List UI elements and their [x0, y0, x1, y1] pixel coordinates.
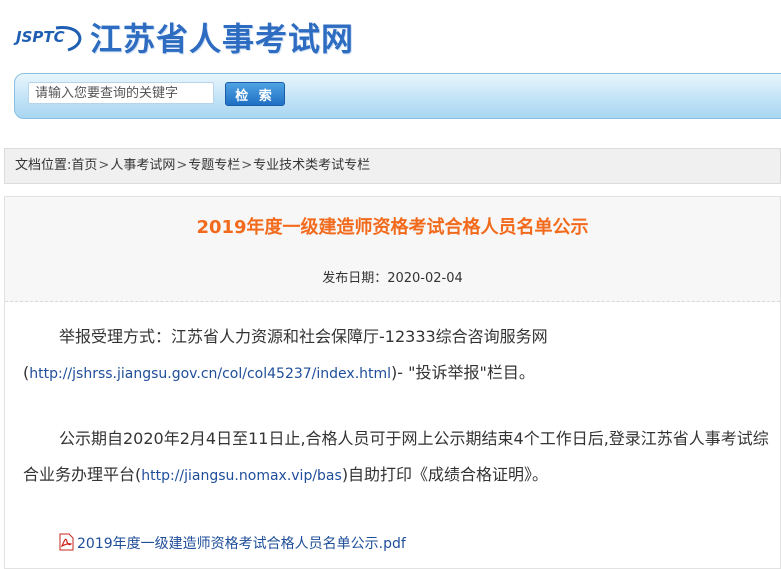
article-title: 2019年度一级建造师资格考试合格人员名单公示	[196, 217, 589, 238]
report-link[interactable]: http://jshrss.jiangsu.gov.cn/col/col4523…	[29, 366, 391, 382]
breadcrumb-special-column[interactable]: 专题专栏	[188, 158, 240, 173]
report-text-end: )- "投诉举报"栏目。	[391, 363, 535, 382]
search-input[interactable]	[28, 82, 214, 104]
notice-text-end: )自助打印《成绩合格证明》。	[341, 465, 549, 484]
search-button[interactable]: 检 索	[225, 82, 285, 106]
breadcrumb-professional-exam[interactable]: 专业技术类考试专栏	[253, 158, 370, 173]
site-header: JSPTC 江苏省人事考试网	[0, 0, 781, 72]
publish-date-value: 2020-02-04	[387, 271, 463, 286]
breadcrumb: 文档位置:首页>人事考试网>专题专栏>专业技术类考试专栏	[4, 148, 781, 184]
search-bar: 检 索	[14, 73, 781, 119]
breadcrumb-separator: >	[176, 158, 188, 173]
breadcrumb-home[interactable]: 首页	[71, 158, 97, 173]
pdf-icon	[57, 533, 75, 555]
logo-abbreviation: JSPTC	[16, 28, 65, 46]
publish-date: 发布日期：2020-02-04	[5, 267, 780, 286]
report-paragraph: 举报受理方式：江苏省人力资源和社会保障厅-12333综合咨询服务网 (http:/…	[23, 319, 778, 392]
publish-date-label: 发布日期：	[322, 271, 388, 286]
article: 2019年度一级建造师资格考试合格人员名单公示 发布日期：2020-02-04 …	[4, 196, 781, 569]
breadcrumb-separator: >	[241, 158, 253, 173]
platform-link[interactable]: http://jiangsu.nomax.vip/bas	[141, 468, 342, 484]
site-name[interactable]: 江苏省人事考试网	[90, 14, 354, 60]
breadcrumb-prefix: 文档位置:	[15, 158, 72, 173]
report-text: 举报受理方式：江苏省人力资源和社会保障厅-12333综合咨询服务网	[59, 327, 548, 346]
pdf-attachment-link[interactable]: 2019年度一级建造师资格考试合格人员名单公示.pdf	[57, 533, 406, 553]
article-header: 2019年度一级建造师资格考试合格人员名单公示 发布日期：2020-02-04	[5, 197, 780, 302]
breadcrumb-exam-site[interactable]: 人事考试网	[110, 158, 175, 173]
notice-paragraph: 公示期自2020年2月4日至11日止,合格人员可于网上公示期结束4个工作日后,登…	[23, 421, 778, 494]
breadcrumb-separator: >	[98, 158, 110, 173]
pdf-attachment-label: 2019年度一级建造师资格考试合格人员名单公示.pdf	[77, 536, 406, 552]
site-logo[interactable]: JSPTC	[16, 22, 86, 56]
